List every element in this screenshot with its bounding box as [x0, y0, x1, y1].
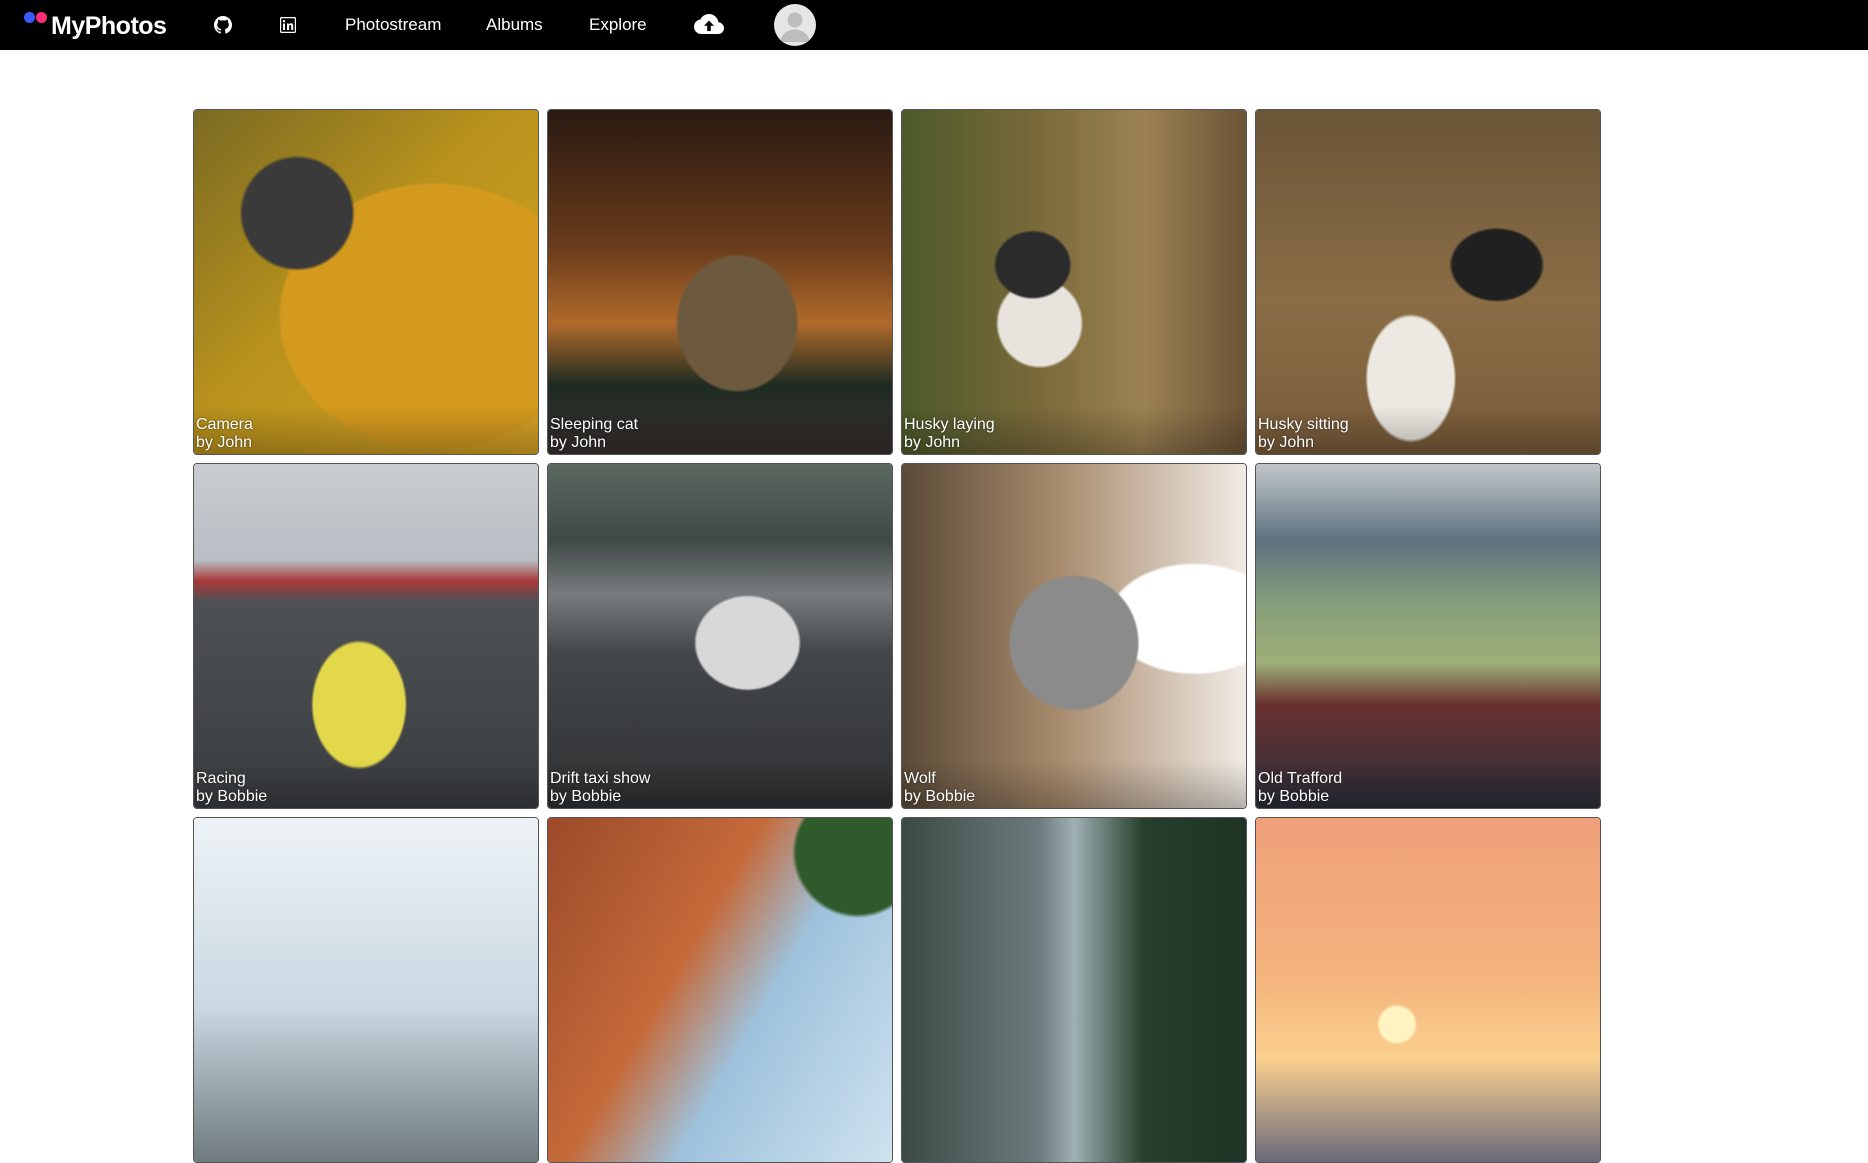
photo-caption: Old Trafford by Bobbie [1256, 760, 1600, 808]
photo-title: Husky laying [904, 416, 995, 433]
photo-author: by Bobbie [550, 788, 622, 805]
photo-author: by Bobbie [196, 788, 268, 805]
photo-image [902, 818, 1246, 1162]
photo-caption: Husky laying by John [902, 406, 1246, 454]
photo-card[interactable] [193, 817, 539, 1163]
photo-image [1256, 818, 1600, 1162]
brand-logo[interactable]: MyPhotos [24, 8, 174, 42]
photo-title: Wolf [904, 770, 936, 787]
photo-image [1256, 464, 1600, 808]
photo-caption: Wolf by Bobbie [902, 760, 1246, 808]
photo-image [902, 110, 1246, 454]
photo-card[interactable]: Husky laying by John [901, 109, 1247, 455]
photo-caption: Camera by John [194, 406, 538, 454]
photo-author: by John [550, 434, 607, 451]
photo-title: Sleeping cat [550, 416, 639, 433]
photo-card[interactable]: Sleeping cat by John [547, 109, 893, 455]
photo-title: Old Trafford [1258, 770, 1343, 787]
photo-title: Racing [196, 770, 246, 787]
photo-image [194, 818, 538, 1162]
linkedin-icon[interactable] [277, 14, 299, 36]
photo-card[interactable] [1255, 817, 1601, 1163]
brand-dot-blue [24, 12, 35, 23]
photo-image [548, 110, 892, 454]
photo-card[interactable]: Drift taxi show by Bobbie [547, 463, 893, 809]
photo-caption: Sleeping cat by John [548, 406, 892, 454]
photo-title: Camera [196, 416, 253, 433]
photo-author: by John [904, 434, 961, 451]
cloud-upload-icon[interactable] [692, 10, 726, 40]
photo-caption: Drift taxi show by Bobbie [548, 760, 892, 808]
photo-image [1256, 110, 1600, 454]
photo-caption: Racing by Bobbie [194, 760, 538, 808]
photo-card[interactable]: Old Trafford by Bobbie [1255, 463, 1601, 809]
nav-link-albums[interactable]: Albums [486, 15, 543, 35]
brand-dot-pink [36, 12, 47, 23]
photo-card[interactable]: Husky sitting by John [1255, 109, 1601, 455]
photo-card[interactable]: Camera by John [193, 109, 539, 455]
photo-image [194, 110, 538, 454]
photo-image [194, 464, 538, 808]
photo-image [548, 464, 892, 808]
photo-card[interactable]: Racing by Bobbie [193, 463, 539, 809]
photo-card[interactable] [901, 817, 1247, 1163]
nav-link-explore[interactable]: Explore [589, 15, 647, 35]
photo-title: Drift taxi show [550, 770, 651, 787]
brand-name[interactable]: MyPhotos [51, 12, 167, 41]
github-icon[interactable] [212, 14, 234, 36]
photo-author: by Bobbie [1258, 788, 1330, 805]
photo-author: by John [196, 434, 253, 451]
photo-title: Husky sitting [1258, 416, 1349, 433]
photo-author: by John [1258, 434, 1315, 451]
top-navbar: MyPhotos Photostream Albums Explore [0, 0, 1868, 50]
photo-card[interactable] [547, 817, 893, 1163]
photo-card[interactable]: Wolf by Bobbie [901, 463, 1247, 809]
photo-author: by Bobbie [904, 788, 976, 805]
nav-link-photostream[interactable]: Photostream [345, 15, 441, 35]
user-avatar-icon[interactable] [774, 4, 816, 46]
photo-image [548, 818, 892, 1162]
photo-grid: Camera by John Sleeping cat by John Husk… [193, 109, 1601, 1163]
photo-caption: Husky sitting by John [1256, 406, 1600, 454]
photo-image [902, 464, 1246, 808]
